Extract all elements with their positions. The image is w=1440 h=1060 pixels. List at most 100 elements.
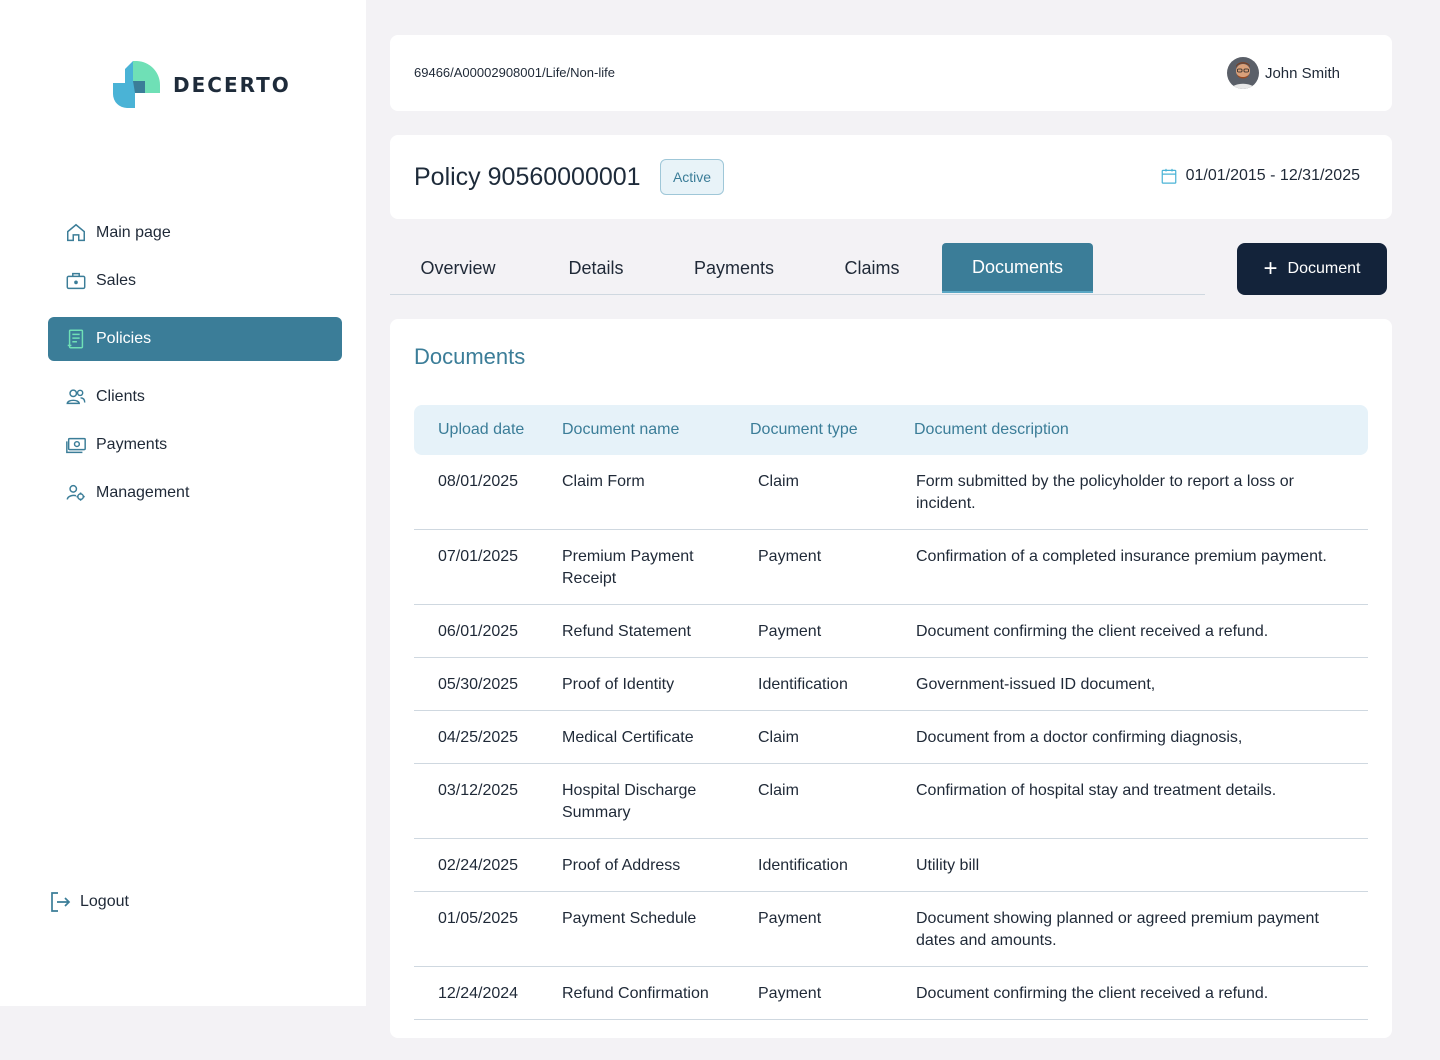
documents-table: Upload date Document name Document type … bbox=[414, 405, 1368, 1020]
home-icon bbox=[64, 221, 88, 245]
user-settings-icon bbox=[64, 481, 88, 505]
table-row[interactable]: 07/01/2025 Premium Payment Receipt Payment… bbox=[414, 530, 1368, 605]
table-row[interactable]: 03/12/2025 Hospital Discharge Summary Clai… bbox=[414, 764, 1368, 839]
policy-header: Policy 90560000001 Active 01/01/2015 - 1… bbox=[390, 135, 1392, 219]
document-icon bbox=[64, 327, 88, 351]
sidebar-item-label: Clients bbox=[96, 388, 145, 405]
document-description-cell: Document confirming the client received … bbox=[916, 985, 1269, 1002]
table-row[interactable]: 12/24/2024 Refund Confirmation Payment Docu… bbox=[414, 967, 1368, 1020]
documents-panel: Documents Upload date Document name Docu… bbox=[390, 319, 1392, 1038]
brand-logo[interactable]: DECERTO bbox=[113, 61, 291, 109]
sidebar-item-payments[interactable]: Payments bbox=[48, 423, 342, 467]
tab-claims[interactable]: Claims bbox=[802, 243, 942, 293]
document-type-cell: Payment bbox=[758, 623, 822, 640]
sidebar-item-label: Main page bbox=[96, 224, 171, 241]
document-description-cell: Utility bill bbox=[916, 857, 980, 874]
sidebar-item-label: Payments bbox=[96, 436, 168, 453]
logout-icon bbox=[48, 890, 72, 914]
tab-details[interactable]: Details bbox=[526, 243, 666, 293]
table-row[interactable]: 05/30/2025 Proof of Identity Identificatio… bbox=[414, 658, 1368, 711]
table-row[interactable]: 02/24/2025 Proof of Address Identification… bbox=[414, 839, 1368, 892]
document-description-cell: Confirmation of a completed insurance pr… bbox=[916, 548, 1327, 565]
document-type-cell: Identification bbox=[758, 857, 848, 874]
tab-documents[interactable]: Documents bbox=[942, 243, 1093, 293]
upload-date-cell: 04/25/2025 bbox=[438, 729, 519, 746]
document-name-cell: Claim Form bbox=[562, 473, 645, 490]
document-type-cell: Payment bbox=[758, 548, 822, 565]
upload-date-cell: 05/30/2025 bbox=[438, 676, 519, 693]
document-name-cell: Proof of Identity bbox=[562, 676, 675, 693]
column-header-document-type[interactable]: Document type bbox=[750, 421, 914, 439]
policy-period: 01/01/2015 - 12/31/2025 bbox=[1160, 167, 1360, 185]
users-icon bbox=[64, 385, 88, 409]
document-type-cell: Payment bbox=[758, 985, 822, 1002]
document-name-cell: Medical Certificate bbox=[562, 729, 694, 746]
table-header: Upload date Document name Document type … bbox=[414, 405, 1368, 455]
top-bar: 69466/A00002908001/Life/Non-life John Sm… bbox=[390, 35, 1392, 111]
decerto-logo-icon bbox=[113, 61, 160, 108]
document-name-cell: Refund Statement bbox=[562, 623, 691, 640]
sidebar-item-clients[interactable]: Clients bbox=[48, 375, 342, 419]
table-row[interactable]: 08/01/2025 Claim Form Claim Form submitted … bbox=[414, 455, 1368, 530]
sidebar-item-main-page[interactable]: Main page bbox=[48, 211, 342, 255]
plus-icon: + bbox=[1263, 255, 1278, 282]
document-description-cell: Government-issued ID document, bbox=[916, 676, 1156, 693]
table-body: 08/01/2025 Claim Form Claim Form submitted … bbox=[414, 455, 1368, 1020]
section-title: Documents bbox=[414, 344, 526, 369]
cash-icon bbox=[64, 433, 88, 457]
page-title: Policy 90560000001 bbox=[414, 163, 641, 191]
sidebar-item-sales[interactable]: Sales bbox=[48, 259, 342, 303]
avatar bbox=[1226, 57, 1259, 89]
sidebar-nav: Main page Sales Policies Clients Payment… bbox=[48, 211, 342, 519]
upload-date-cell: 02/24/2025 bbox=[438, 857, 519, 874]
sidebar-item-label: Management bbox=[96, 484, 190, 501]
document-name-cell: Premium Payment Receipt bbox=[562, 548, 694, 587]
tab-payments[interactable]: Payments bbox=[666, 243, 802, 293]
sidebar-item-policies[interactable]: Policies bbox=[48, 317, 342, 361]
document-description-cell: Document showing planned or agreed premi… bbox=[916, 910, 1319, 949]
document-name-cell: Hospital Discharge Summary bbox=[562, 782, 697, 821]
breadcrumb: 69466/A00002908001/Life/Non-life bbox=[414, 65, 615, 80]
document-description-cell: Document from a doctor confirming diagno… bbox=[916, 729, 1243, 746]
document-name-cell: Proof of Address bbox=[562, 857, 681, 874]
document-description-cell: Document confirming the client received … bbox=[916, 623, 1269, 640]
logout-button[interactable]: Logout bbox=[48, 890, 129, 914]
sidebar-item-label: Policies bbox=[96, 330, 152, 347]
upload-date-cell: 08/01/2025 bbox=[438, 473, 519, 490]
calendar-icon bbox=[1160, 167, 1178, 185]
document-name-cell: Refund Confirmation bbox=[562, 985, 709, 1002]
table-row[interactable]: 06/01/2025 Refund Statement Payment Documen… bbox=[414, 605, 1368, 658]
briefcase-icon bbox=[64, 269, 88, 293]
brand-name: DECERTO bbox=[173, 73, 291, 97]
upload-date-cell: 03/12/2025 bbox=[438, 782, 519, 799]
document-description-cell: Form submitted by the policyholder to re… bbox=[916, 473, 1294, 512]
upload-date-cell: 07/01/2025 bbox=[438, 548, 519, 565]
tab-bar: Overview Details Payments Claims Documen… bbox=[390, 243, 1205, 295]
document-type-cell: Claim bbox=[758, 782, 799, 799]
column-header-document-description[interactable]: Document description bbox=[914, 421, 1368, 439]
upload-date-cell: 06/01/2025 bbox=[438, 623, 519, 640]
document-type-cell: Payment bbox=[758, 910, 822, 927]
user-menu[interactable]: John Smith bbox=[1226, 57, 1340, 89]
add-document-label: Document bbox=[1287, 260, 1361, 277]
document-name-cell: Payment Schedule bbox=[562, 910, 697, 927]
sidebar: DECERTO Main page Sales Policies Clients… bbox=[0, 0, 366, 1006]
document-type-cell: Claim bbox=[758, 729, 799, 746]
column-header-document-name[interactable]: Document name bbox=[562, 421, 750, 439]
column-header-upload-date[interactable]: Upload date bbox=[414, 421, 562, 439]
status-badge: Active bbox=[660, 159, 724, 195]
document-type-cell: Claim bbox=[758, 473, 799, 490]
upload-date-cell: 01/05/2025 bbox=[438, 910, 519, 927]
table-row[interactable]: 01/05/2025 Payment Schedule Payment Documen… bbox=[414, 892, 1368, 967]
policy-period-text: 01/01/2015 - 12/31/2025 bbox=[1185, 167, 1360, 184]
upload-date-cell: 12/24/2024 bbox=[438, 985, 519, 1002]
add-document-button[interactable]: + Document bbox=[1237, 243, 1387, 295]
table-row[interactable]: 04/25/2025 Medical Certificate Claim Docume… bbox=[414, 711, 1368, 764]
logout-label: Logout bbox=[80, 893, 129, 910]
user-name: John Smith bbox=[1264, 64, 1340, 82]
document-description-cell: Confirmation of hospital stay and treatm… bbox=[916, 782, 1277, 799]
sidebar-item-management[interactable]: Management bbox=[48, 471, 342, 515]
document-type-cell: Identification bbox=[758, 676, 848, 693]
tab-overview[interactable]: Overview bbox=[390, 243, 526, 293]
sidebar-item-label: Sales bbox=[96, 272, 137, 289]
